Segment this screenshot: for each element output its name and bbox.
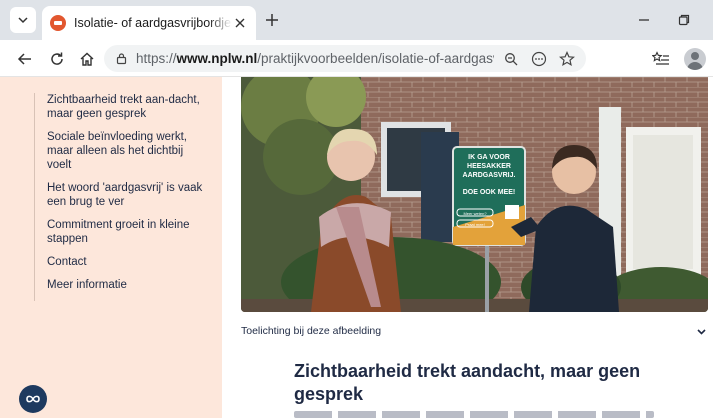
profile-avatar[interactable] <box>684 48 706 70</box>
plus-icon <box>266 14 278 26</box>
toc-link-sociale-beinvloeding[interactable]: Sociale beïnvloeding werkt, maar alleen … <box>47 130 204 172</box>
star-icon <box>559 50 575 66</box>
sign-button-1: Meer weten? <box>463 211 487 216</box>
zoom-icon <box>505 52 518 65</box>
restore-button[interactable] <box>676 12 692 28</box>
back-button[interactable] <box>14 48 36 70</box>
toc-link-zichtbaarheid[interactable]: Zichtbaarheid trekt aan-dacht, maar geen… <box>47 93 204 121</box>
toc-link-contact[interactable]: Contact <box>47 255 204 269</box>
more-icon <box>531 51 547 66</box>
url-path: /praktijkvoorbeelden/isolatie-of-aardgas… <box>257 51 494 66</box>
url-domain: www.nplw.nl <box>176 51 258 66</box>
minimize-icon <box>639 19 649 21</box>
site-favicon-icon <box>50 15 66 31</box>
minimize-button[interactable] <box>636 12 652 28</box>
infinity-icon <box>26 395 40 403</box>
reload-icon <box>51 52 63 65</box>
address-bar[interactable]: https://www.nplw.nl/praktijkvoorbeelden/… <box>104 45 586 72</box>
article-photo: IK GA VOOR HEESAKKER AARDGASVRIJ. DOE OO… <box>241 77 708 312</box>
tab-title: Isolatie- of aardgasvrijbordjes in de <box>74 16 232 30</box>
chat-button[interactable] <box>19 385 47 413</box>
page-options-button[interactable] <box>528 48 550 70</box>
close-icon <box>235 18 245 28</box>
add-favorite-button[interactable] <box>556 48 578 70</box>
back-arrow-icon <box>17 53 31 65</box>
sign-line-2: HEESAKKER <box>467 163 511 170</box>
sign-line-4: DOE OOK MEE! <box>463 189 516 196</box>
zoom-button[interactable] <box>500 48 522 70</box>
browser-toolbar: https://www.nplw.nl/praktijkvoorbeelden/… <box>0 40 713 77</box>
new-tab-button[interactable] <box>262 10 282 30</box>
table-of-contents: Zichtbaarheid trekt aan-dacht, maar geen… <box>34 93 204 301</box>
url-scheme: https:// <box>136 51 177 66</box>
sign-line-1: IK GA VOOR <box>468 154 510 161</box>
image-caption: Toelichting bij deze afbeelding <box>241 325 382 337</box>
tab-list-button[interactable] <box>10 7 36 33</box>
tab-close-button[interactable] <box>232 15 248 31</box>
site-info-button[interactable] <box>112 50 130 68</box>
toc-link-meer-informatie[interactable]: Meer informatie <box>47 278 204 292</box>
image-caption-toggle[interactable]: Toelichting bij deze afbeelding <box>241 319 708 343</box>
favorites-bar-icon <box>652 51 669 65</box>
tab-strip: Isolatie- of aardgasvrijbordjes in de <box>0 0 713 40</box>
reload-button[interactable] <box>46 48 68 70</box>
toc-link-commitment[interactable]: Commitment groeit in kleine stappen <box>47 218 204 246</box>
web-page: Zichtbaarheid trekt aan-dacht, maar geen… <box>0 77 713 418</box>
sign-line-3: AARDGASVRIJ. <box>463 172 516 179</box>
chevron-down-icon <box>694 324 708 338</box>
favorites-button[interactable] <box>650 48 672 70</box>
browser-tab[interactable]: Isolatie- of aardgasvrijbordjes in de <box>42 6 256 40</box>
table-of-contents-sidebar: Zichtbaarheid trekt aan-dacht, maar geen… <box>0 77 222 418</box>
chevron-down-icon <box>18 17 28 24</box>
url-text[interactable]: https://www.nplw.nl/praktijkvoorbeelden/… <box>136 51 494 66</box>
sign-button-2: Praat mee! <box>465 222 485 227</box>
article-headline: Zichtbaarheid trekt aandacht, maar geen … <box>294 361 641 404</box>
photo-illustration: IK GA VOOR HEESAKKER AARDGASVRIJ. DOE OO… <box>241 77 708 312</box>
article-text-cutoff <box>294 411 654 418</box>
home-icon <box>80 52 94 66</box>
toc-link-aardgasvrij[interactable]: Het woord 'aardgasvrij' is vaak een brug… <box>47 181 204 209</box>
restore-icon <box>678 14 690 26</box>
home-button[interactable] <box>76 48 98 70</box>
lock-icon <box>116 53 126 65</box>
